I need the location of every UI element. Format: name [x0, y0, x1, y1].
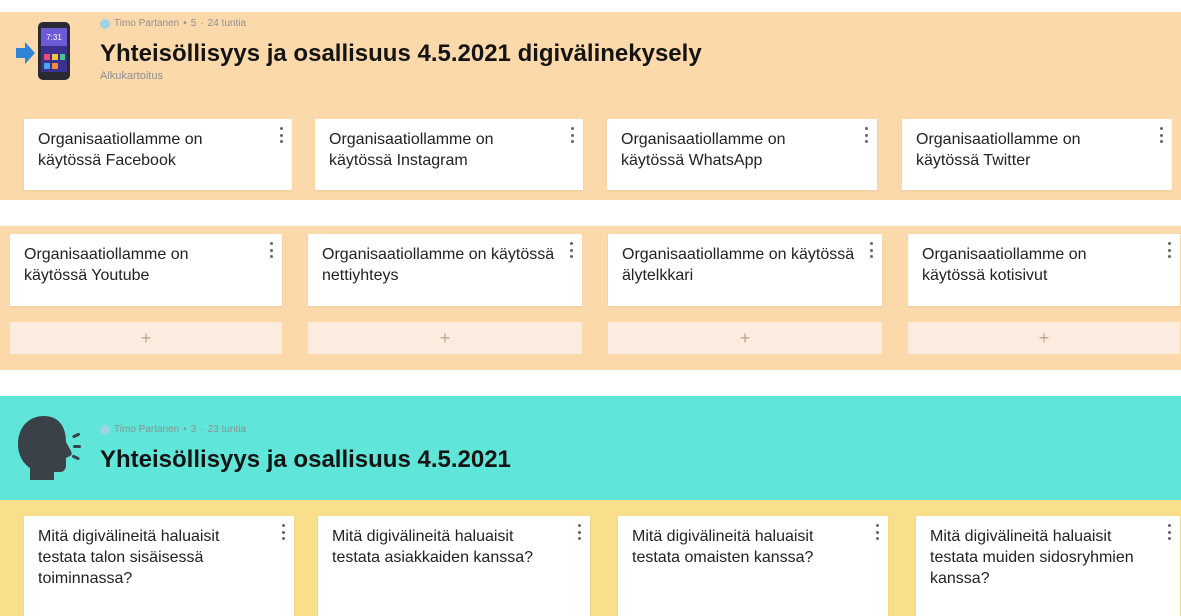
card-text: Mitä digivälineitä haluaisit testata oma… — [632, 528, 814, 566]
card[interactable]: Organisaatiollamme on käytössä älytelkka… — [608, 234, 882, 306]
section-subtitle: Alkukartoitus — [100, 70, 163, 82]
more-vert-icon[interactable] — [874, 524, 880, 540]
post-count: 5 — [190, 18, 197, 29]
card[interactable]: Organisaatiollamme on käytössä Facebook — [24, 119, 292, 190]
card-text: Mitä digivälineitä haluaisit testata tal… — [38, 528, 220, 587]
avatar — [100, 424, 110, 435]
add-post-button[interactable]: + — [608, 322, 882, 354]
card-text: Organisaatiollamme on käytössä Instagram — [329, 131, 494, 169]
post-count: 3 — [190, 424, 197, 435]
section-title[interactable]: Yhteisöllisyys ja osallisuus 4.5.2021 — [100, 446, 511, 474]
more-vert-icon[interactable] — [863, 127, 869, 143]
svg-text:7:31: 7:31 — [46, 33, 62, 42]
more-vert-icon[interactable] — [568, 242, 574, 258]
more-vert-icon[interactable] — [1166, 524, 1172, 540]
card[interactable]: Organisaatiollamme on käytössä kotisivut — [908, 234, 1180, 306]
card[interactable]: Organisaatiollamme on käytössä Instagram — [315, 119, 583, 190]
more-vert-icon[interactable] — [1166, 242, 1172, 258]
card[interactable]: Mitä digivälineitä haluaisit testata tal… — [24, 516, 294, 616]
card-text: Mitä digivälineitä haluaisit testata asi… — [332, 528, 534, 566]
card[interactable]: Organisaatiollamme on käytössä Youtube — [10, 234, 282, 306]
card-text: Organisaatiollamme on käytössä kotisivut — [922, 246, 1087, 284]
add-post-button[interactable]: + — [908, 322, 1180, 354]
card-text: Organisaatiollamme on käytössä älytelkka… — [622, 246, 855, 284]
post-meta: Timo Partanen • 3 · 23 tuntia — [100, 424, 246, 435]
more-vert-icon[interactable] — [1158, 127, 1164, 143]
card-text: Organisaatiollamme on käytössä WhatsApp — [621, 131, 786, 169]
author-name[interactable]: Timo Partanen — [114, 18, 179, 29]
post-time: 24 tuntia — [207, 18, 247, 29]
more-vert-icon[interactable] — [268, 242, 274, 258]
card-text: Organisaatiollamme on käytössä nettiyhte… — [322, 246, 555, 284]
card[interactable]: Mitä digivälineitä haluaisit testata oma… — [618, 516, 888, 616]
more-vert-icon[interactable] — [280, 524, 286, 540]
card-text: Organisaatiollamme on käytössä Twitter — [916, 131, 1081, 169]
section-title[interactable]: Yhteisöllisyys ja osallisuus 4.5.2021 di… — [100, 40, 702, 68]
card[interactable]: Organisaatiollamme on käytössä WhatsApp — [607, 119, 877, 190]
author-name[interactable]: Timo Partanen — [114, 424, 179, 435]
card[interactable]: Mitä digivälineitä haluaisit testata mui… — [916, 516, 1180, 616]
card[interactable]: Organisaatiollamme on käytössä Twitter — [902, 119, 1172, 190]
more-vert-icon[interactable] — [278, 127, 284, 143]
add-post-button[interactable]: + — [10, 322, 282, 354]
add-post-button[interactable]: + — [308, 322, 582, 354]
card-text: Organisaatiollamme on käytössä Facebook — [38, 131, 203, 169]
card-text: Organisaatiollamme on käytössä Youtube — [24, 246, 189, 284]
more-vert-icon[interactable] — [868, 242, 874, 258]
post-meta: Timo Partanen • 5 · 24 tuntia — [100, 18, 246, 29]
more-vert-icon[interactable] — [576, 524, 582, 540]
smartphone-arrow-icon: 7:31 — [14, 18, 78, 82]
card[interactable]: Organisaatiollamme on käytössä nettiyhte… — [308, 234, 582, 306]
card[interactable]: Mitä digivälineitä haluaisit testata asi… — [318, 516, 590, 616]
avatar — [100, 18, 110, 29]
card-text: Mitä digivälineitä haluaisit testata mui… — [930, 528, 1134, 587]
post-time: 23 tuntia — [207, 424, 247, 435]
speaking-head-icon — [14, 412, 82, 482]
more-vert-icon[interactable] — [569, 127, 575, 143]
